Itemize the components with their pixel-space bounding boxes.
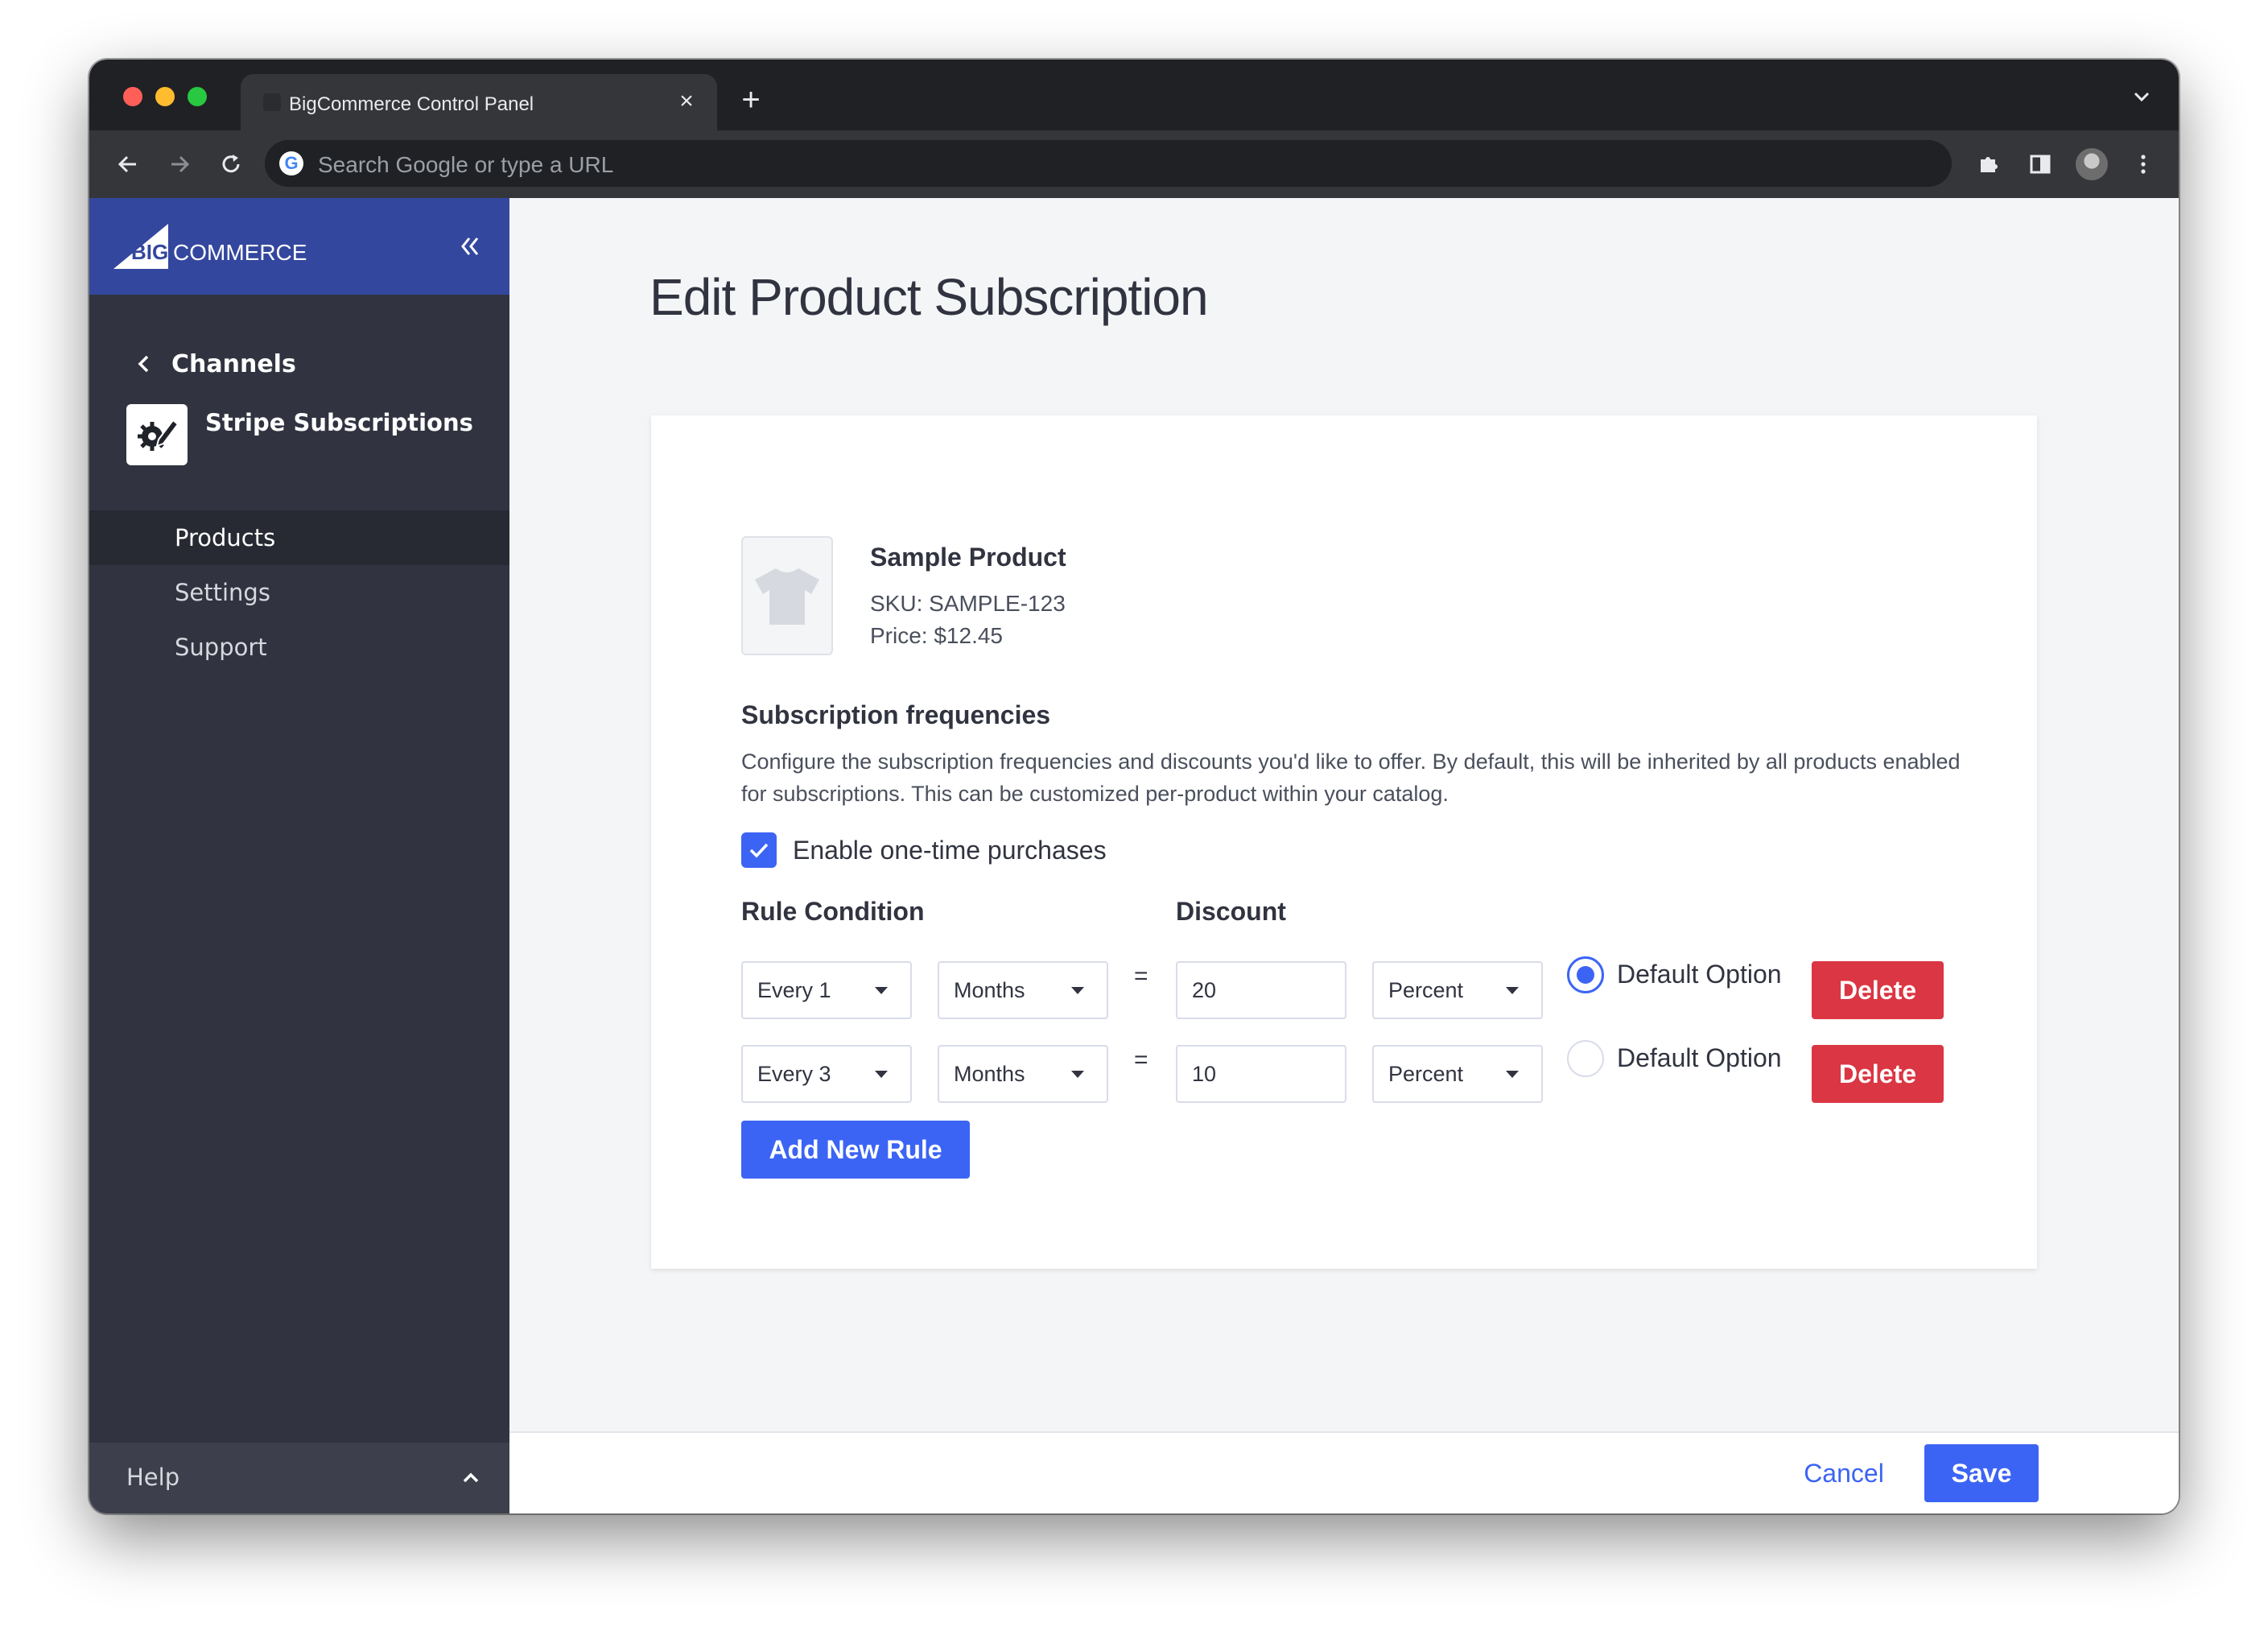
address-bar[interactable]: G Search Google or type a URL: [265, 140, 1952, 187]
section-title: Subscription frequencies: [741, 700, 1051, 729]
browser-titlebar: BigCommerce Control Panel × +: [89, 60, 2179, 130]
maximize-window-button[interactable]: [188, 87, 207, 106]
side-panel-icon[interactable]: [2023, 147, 2058, 182]
discount-type-value: Percent: [1388, 978, 1464, 1002]
back-to-channels[interactable]: Channels: [134, 348, 296, 380]
frequency-value: Every 1: [757, 978, 831, 1002]
product-name: Sample Product: [870, 543, 1066, 572]
forward-arrow-icon[interactable]: [162, 147, 197, 182]
browser-toolbar: G Search Google or type a URL: [89, 130, 2179, 198]
subscription-card: Sample Product SKU: SAMPLE-123 Price: $1…: [651, 415, 2037, 1269]
add-new-rule-button[interactable]: Add New Rule: [741, 1121, 970, 1179]
caret-down-icon: [875, 1071, 888, 1078]
page-title: Edit Product Subscription: [649, 268, 1209, 326]
one-time-purchase-label: Enable one-time purchases: [793, 835, 1107, 865]
discount-type-value: Percent: [1388, 1062, 1464, 1086]
caret-down-icon: [875, 987, 888, 994]
discount-type-select[interactable]: Percent: [1372, 961, 1543, 1019]
section-description: Configure the subscription frequencies a…: [741, 749, 1961, 806]
sidebar-item-settings[interactable]: Settings: [89, 565, 509, 620]
delete-rule-button[interactable]: Delete: [1812, 1045, 1944, 1103]
unit-select[interactable]: Months: [938, 1045, 1108, 1103]
google-icon: G: [279, 151, 303, 175]
stripe-subscriptions-app-icon: [126, 404, 188, 465]
app-name: Stripe Subscriptions: [205, 409, 473, 436]
chevron-up-icon[interactable]: [456, 1464, 485, 1493]
sidebar-item-support[interactable]: Support: [89, 620, 509, 675]
product-thumbnail: [741, 536, 833, 655]
help-label: Help: [126, 1464, 180, 1491]
chevron-left-icon: [138, 355, 149, 373]
frequency-select[interactable]: Every 3: [741, 1045, 912, 1103]
frequency-value: Every 3: [757, 1062, 831, 1086]
caret-down-icon: [1071, 1071, 1084, 1078]
save-button[interactable]: Save: [1924, 1444, 2039, 1502]
caret-down-icon: [1506, 987, 1519, 994]
discount-header: Discount: [1176, 897, 1286, 926]
delete-rule-button[interactable]: Delete: [1812, 961, 1944, 1019]
default-option-label: Default Option: [1617, 1043, 1782, 1072]
address-placeholder: Search Google or type a URL: [318, 152, 614, 177]
caret-down-icon: [1071, 987, 1084, 994]
bigcommerce-logo[interactable]: BIG COMMERCE: [113, 222, 307, 272]
product-price: Price: $12.45: [870, 623, 1003, 648]
browser-tab[interactable]: BigCommerce Control Panel ×: [241, 74, 717, 130]
control-panel: BIG COMMERCE Channels Stripe Subscriptio…: [89, 198, 2179, 1513]
checkmark-icon: [749, 843, 769, 858]
unit-select[interactable]: Months: [938, 961, 1108, 1019]
minimize-window-button[interactable]: [155, 87, 175, 106]
unit-value: Months: [954, 978, 1025, 1002]
avatar: [2076, 148, 2108, 180]
default-option-radio[interactable]: [1567, 956, 1604, 993]
discount-type-select[interactable]: Percent: [1372, 1045, 1543, 1103]
caret-down-icon: [1506, 1071, 1519, 1078]
discount-input[interactable]: [1176, 961, 1346, 1019]
reload-icon[interactable]: [213, 147, 249, 182]
brand-suffix: COMMERCE: [173, 240, 307, 265]
one-time-purchase-checkbox[interactable]: [741, 832, 777, 868]
tab-favicon-icon: [263, 93, 281, 111]
close-window-button[interactable]: [123, 87, 142, 106]
tab-search-chevron-icon[interactable]: [2129, 84, 2155, 109]
unit-value: Months: [954, 1062, 1025, 1086]
brand-prefix: BIG: [131, 240, 169, 264]
back-arrow-icon[interactable]: [110, 147, 146, 182]
channels-label: Channels: [171, 349, 296, 378]
tshirt-icon: [755, 568, 819, 625]
frequency-select[interactable]: Every 1: [741, 961, 912, 1019]
rule-condition-header: Rule Condition: [741, 897, 925, 926]
help-bar[interactable]: Help: [89, 1443, 509, 1513]
tab-title: BigCommerce Control Panel: [289, 93, 534, 115]
default-option-label: Default Option: [1617, 960, 1782, 989]
product-sku: SKU: SAMPLE-123: [870, 591, 1066, 616]
profile-avatar[interactable]: [2074, 147, 2109, 182]
cancel-button[interactable]: Cancel: [1788, 1444, 1900, 1502]
one-time-purchase-option[interactable]: Enable one-time purchases: [741, 832, 1107, 868]
extensions-puzzle-icon[interactable]: [1971, 147, 2006, 182]
sidebar-item-products[interactable]: Products: [89, 510, 509, 565]
equals-sign: =: [1134, 1047, 1148, 1073]
sidebar: BIG COMMERCE Channels Stripe Subscriptio…: [89, 198, 509, 1513]
equals-sign: =: [1134, 963, 1148, 989]
tab-close-icon[interactable]: ×: [672, 87, 701, 116]
main-content: Edit Product Subscription Sample Product…: [509, 198, 2179, 1513]
brand-header: BIG COMMERCE: [89, 198, 509, 295]
default-option-radio[interactable]: [1567, 1040, 1604, 1077]
browser-window: BigCommerce Control Panel × + G Search G…: [89, 60, 2179, 1513]
collapse-sidebar-icon[interactable]: [453, 230, 485, 262]
kebab-menu-icon[interactable]: [2126, 147, 2161, 182]
action-footer: Cancel Save: [509, 1431, 2179, 1513]
discount-input[interactable]: [1176, 1045, 1346, 1103]
new-tab-button[interactable]: +: [733, 82, 769, 118]
